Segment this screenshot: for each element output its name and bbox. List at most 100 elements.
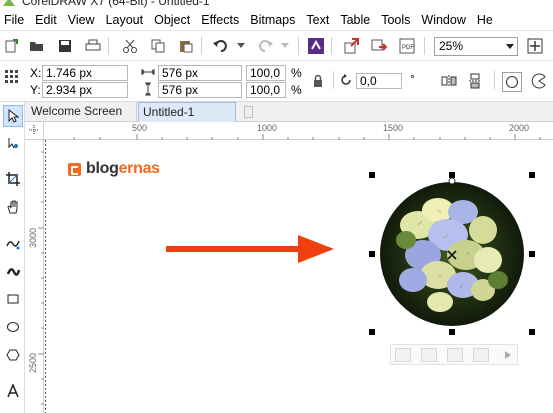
- rotation-input[interactable]: 0,0: [356, 73, 402, 89]
- resize-handle-top-right[interactable]: [529, 172, 535, 178]
- x-position-input[interactable]: 1.746 px: [42, 65, 128, 81]
- height-icon: [140, 81, 156, 97]
- menu-bitmaps[interactable]: Bitmaps: [245, 10, 300, 30]
- full-screen-preview-icon[interactable]: [526, 37, 544, 55]
- shape-tool-icon[interactable]: [3, 132, 23, 154]
- height-input[interactable]: 576 px: [158, 82, 242, 98]
- menu-file[interactable]: File: [0, 10, 29, 30]
- bitmap-trace-icon[interactable]: [421, 348, 437, 362]
- property-bar: X: 1.746 px Y: 2.934 px 576 px 576 px 10…: [0, 60, 553, 102]
- toolbar-divider: [333, 71, 334, 89]
- polygon-tool-icon[interactable]: [3, 344, 23, 366]
- paste-icon[interactable]: [177, 37, 195, 55]
- scale-y-value: 100,0: [250, 83, 281, 97]
- text-tool-icon[interactable]: [3, 380, 23, 402]
- corel-connect-icon[interactable]: [307, 37, 325, 55]
- logo-text-part-2: ernas: [118, 160, 161, 177]
- ruler-tick-label: 3000: [28, 227, 38, 248]
- pan-tool-icon[interactable]: [3, 196, 23, 218]
- tab-welcome-screen[interactable]: Welcome Screen: [27, 102, 137, 122]
- blog-logo[interactable]: blogernas: [68, 160, 160, 178]
- chevron-down-icon: [506, 44, 514, 49]
- resize-handle-right[interactable]: [529, 251, 535, 257]
- title-bar: CorelDRAW X7 (64-Bit) - Untitled-1: [0, 0, 553, 10]
- zoom-level-select[interactable]: 25%: [434, 37, 518, 56]
- import-icon[interactable]: [343, 37, 361, 55]
- toolbox: [0, 102, 25, 413]
- resize-handle-bottom[interactable]: [449, 329, 455, 335]
- y-position-input[interactable]: 2.934 px: [42, 82, 128, 98]
- width-value: 576 px: [162, 66, 199, 80]
- scale-x-unit: %: [291, 66, 302, 80]
- resize-handle-top-left[interactable]: [369, 172, 375, 178]
- horizontal-ruler[interactable]: 500 1000 1500 2000: [44, 122, 553, 140]
- menu-text[interactable]: Text: [301, 10, 334, 30]
- menu-window[interactable]: Window: [416, 10, 470, 30]
- lock-ratio-icon[interactable]: [310, 73, 326, 89]
- freehand-tool-icon[interactable]: [3, 232, 23, 254]
- pie-shape-button[interactable]: [530, 72, 548, 90]
- mirror-vertical-icon[interactable]: [466, 72, 484, 90]
- document-tabs: Welcome Screen Untitled-1: [25, 102, 553, 122]
- ruler-tick-label: 1000: [257, 123, 278, 133]
- copy-icon[interactable]: [149, 37, 167, 55]
- menu-layout[interactable]: Layout: [101, 10, 149, 30]
- menu-object[interactable]: Object: [149, 10, 195, 30]
- rectangle-tool-icon[interactable]: [3, 288, 23, 310]
- resize-handle-bottom-right[interactable]: [529, 329, 535, 335]
- pick-tool-icon[interactable]: [3, 105, 23, 127]
- tab-untitled-1[interactable]: Untitled-1: [138, 102, 236, 122]
- pointer-arrow[interactable]: [164, 235, 336, 265]
- svg-text:PDF: PDF: [402, 45, 414, 51]
- width-input[interactable]: 576 px: [158, 65, 242, 81]
- new-tab-button[interactable]: [244, 106, 253, 118]
- width-icon: [140, 64, 156, 80]
- new-document-icon[interactable]: [2, 37, 20, 55]
- open-folder-icon[interactable]: [28, 37, 46, 55]
- height-value: 576 px: [162, 83, 199, 97]
- bitmap-edit-icon[interactable]: [395, 348, 411, 362]
- ruler-tick-label: 2500: [28, 352, 38, 373]
- vertical-ruler[interactable]: 3000 2500: [25, 140, 44, 413]
- resize-handle-bottom-left[interactable]: [369, 329, 375, 335]
- bitmap-mask-icon[interactable]: [447, 348, 463, 362]
- y-position-value: 2.934 px: [46, 83, 93, 97]
- ruler-origin[interactable]: [25, 122, 44, 140]
- toolbar-divider: [108, 37, 109, 55]
- drawing-canvas[interactable]: blogernas: [44, 140, 553, 413]
- publish-pdf-icon[interactable]: PDF: [398, 37, 416, 55]
- object-origin-icon[interactable]: [2, 67, 20, 85]
- menu-view[interactable]: View: [63, 10, 100, 30]
- redo-dropdown-icon[interactable]: [276, 37, 294, 55]
- menu-edit[interactable]: Edit: [30, 10, 62, 30]
- scale-x-input[interactable]: 100,0: [246, 65, 286, 81]
- ellipse-shape-button[interactable]: [502, 72, 522, 92]
- menu-help[interactable]: He: [472, 10, 498, 30]
- x-position-label: X:: [30, 66, 42, 80]
- rotation-icon: [338, 72, 354, 88]
- ruler-tick-label: 2000: [509, 123, 530, 133]
- scale-y-input[interactable]: 100,0: [246, 82, 286, 98]
- ellipse-tool-icon[interactable]: [3, 316, 23, 338]
- export-icon[interactable]: [370, 37, 388, 55]
- chevron-right-icon[interactable]: [505, 351, 511, 359]
- center-marker-icon[interactable]: [447, 250, 457, 260]
- save-icon[interactable]: [56, 37, 74, 55]
- print-icon[interactable]: [84, 37, 102, 55]
- bitmap-resample-icon[interactable]: [473, 348, 489, 362]
- redo-icon[interactable]: [256, 37, 274, 55]
- artistic-media-tool-icon[interactable]: [3, 260, 23, 282]
- menu-effects[interactable]: Effects: [196, 10, 244, 30]
- mirror-horizontal-icon[interactable]: [440, 72, 458, 90]
- scale-x-value: 100,0: [250, 66, 281, 80]
- x-position-value: 1.746 px: [46, 66, 93, 80]
- undo-icon[interactable]: [212, 37, 230, 55]
- tab-label: Untitled-1: [143, 105, 195, 119]
- cut-icon[interactable]: [121, 37, 139, 55]
- resize-handle-left[interactable]: [369, 251, 375, 257]
- rotation-center-icon[interactable]: [448, 177, 456, 185]
- undo-dropdown-icon[interactable]: [232, 37, 250, 55]
- menu-tools[interactable]: Tools: [376, 10, 415, 30]
- crop-tool-icon[interactable]: [3, 168, 23, 190]
- menu-table[interactable]: Table: [335, 10, 375, 30]
